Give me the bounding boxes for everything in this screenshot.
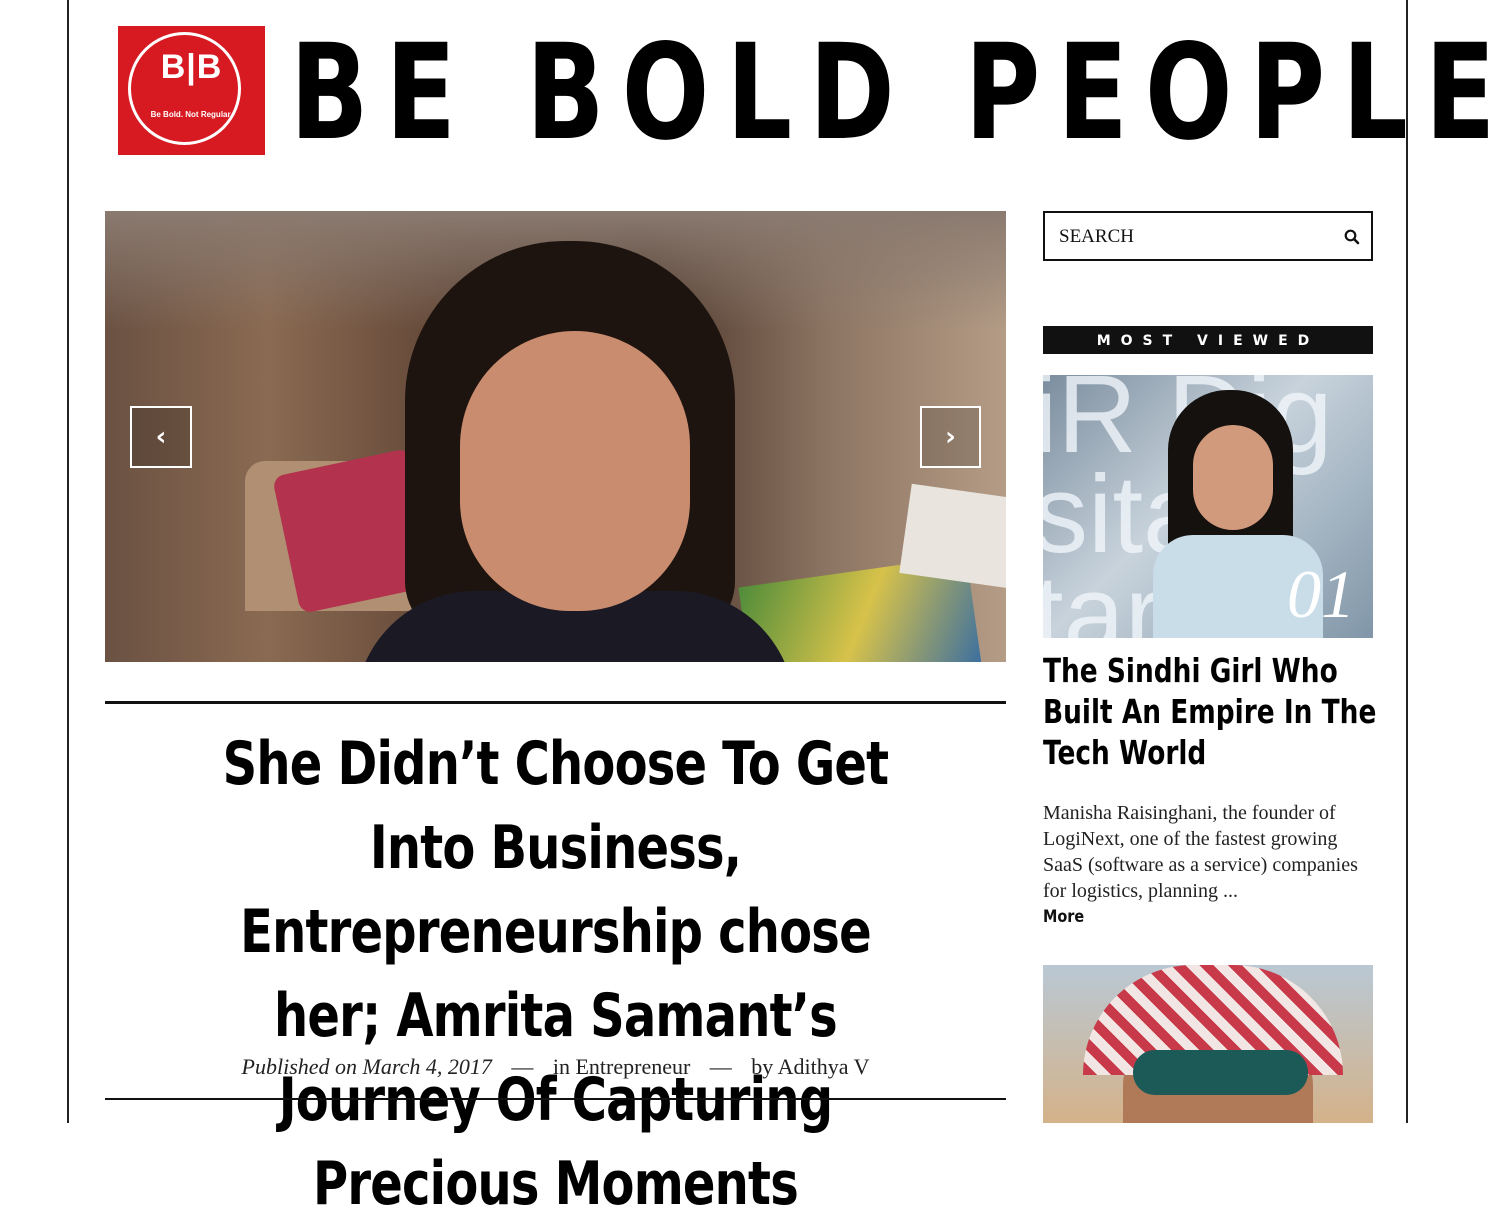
- more-link[interactable]: More: [1043, 907, 1084, 927]
- logo-tagline: Be Bold. Not Regular.: [150, 110, 233, 119]
- slider-prev-button[interactable]: ‹: [130, 406, 192, 468]
- title-divider-top: [105, 701, 1006, 704]
- chevron-left-icon: ‹: [155, 422, 167, 452]
- article-meta: Published on March 4, 2017 — in Entrepre…: [105, 1054, 1006, 1080]
- popular-post-title[interactable]: The Sindhi Girl Who Built An Empire In T…: [1043, 650, 1379, 773]
- site-title[interactable]: BE BOLD PEOPLE: [290, 18, 1495, 168]
- site-logo[interactable]: B|B Be Bold. Not Regular.: [118, 26, 265, 155]
- popular-post-thumbnail-2[interactable]: [1043, 965, 1373, 1123]
- title-divider-bottom: [105, 1098, 1006, 1100]
- logo-monogram: B|B: [160, 48, 223, 86]
- thumb-person-face: [1193, 425, 1273, 530]
- slider-next-button[interactable]: ›: [920, 406, 981, 468]
- meta-separator: —: [709, 1054, 732, 1079]
- hero-slider-image: [105, 211, 1006, 662]
- popular-post-thumbnail[interactable]: iR Digsitatetar 01: [1043, 375, 1373, 638]
- search-box: [1043, 211, 1373, 261]
- article-title[interactable]: She Didn’t Choose To Get Into Business, …: [195, 722, 916, 1226]
- hero-paper: [899, 483, 1006, 589]
- meta-separator: —: [511, 1054, 534, 1079]
- publish-date: Published on March 4, 2017: [241, 1054, 492, 1079]
- hero-person-face: [460, 331, 690, 611]
- popular-post-excerpt: Manisha Raisinghani, the founder of Logi…: [1043, 802, 1358, 902]
- search-input[interactable]: [1057, 221, 1331, 253]
- most-viewed-heading: MOST VIEWED POSTS: [1043, 326, 1373, 379]
- thumb2-sunglasses: [1133, 1050, 1308, 1095]
- chevron-right-icon: ›: [945, 422, 956, 452]
- author-link[interactable]: by Adithya V: [751, 1054, 869, 1079]
- category-link[interactable]: in Entrepreneur: [553, 1054, 690, 1079]
- popular-rank: 01: [1287, 556, 1355, 632]
- search-icon[interactable]: [1343, 228, 1361, 246]
